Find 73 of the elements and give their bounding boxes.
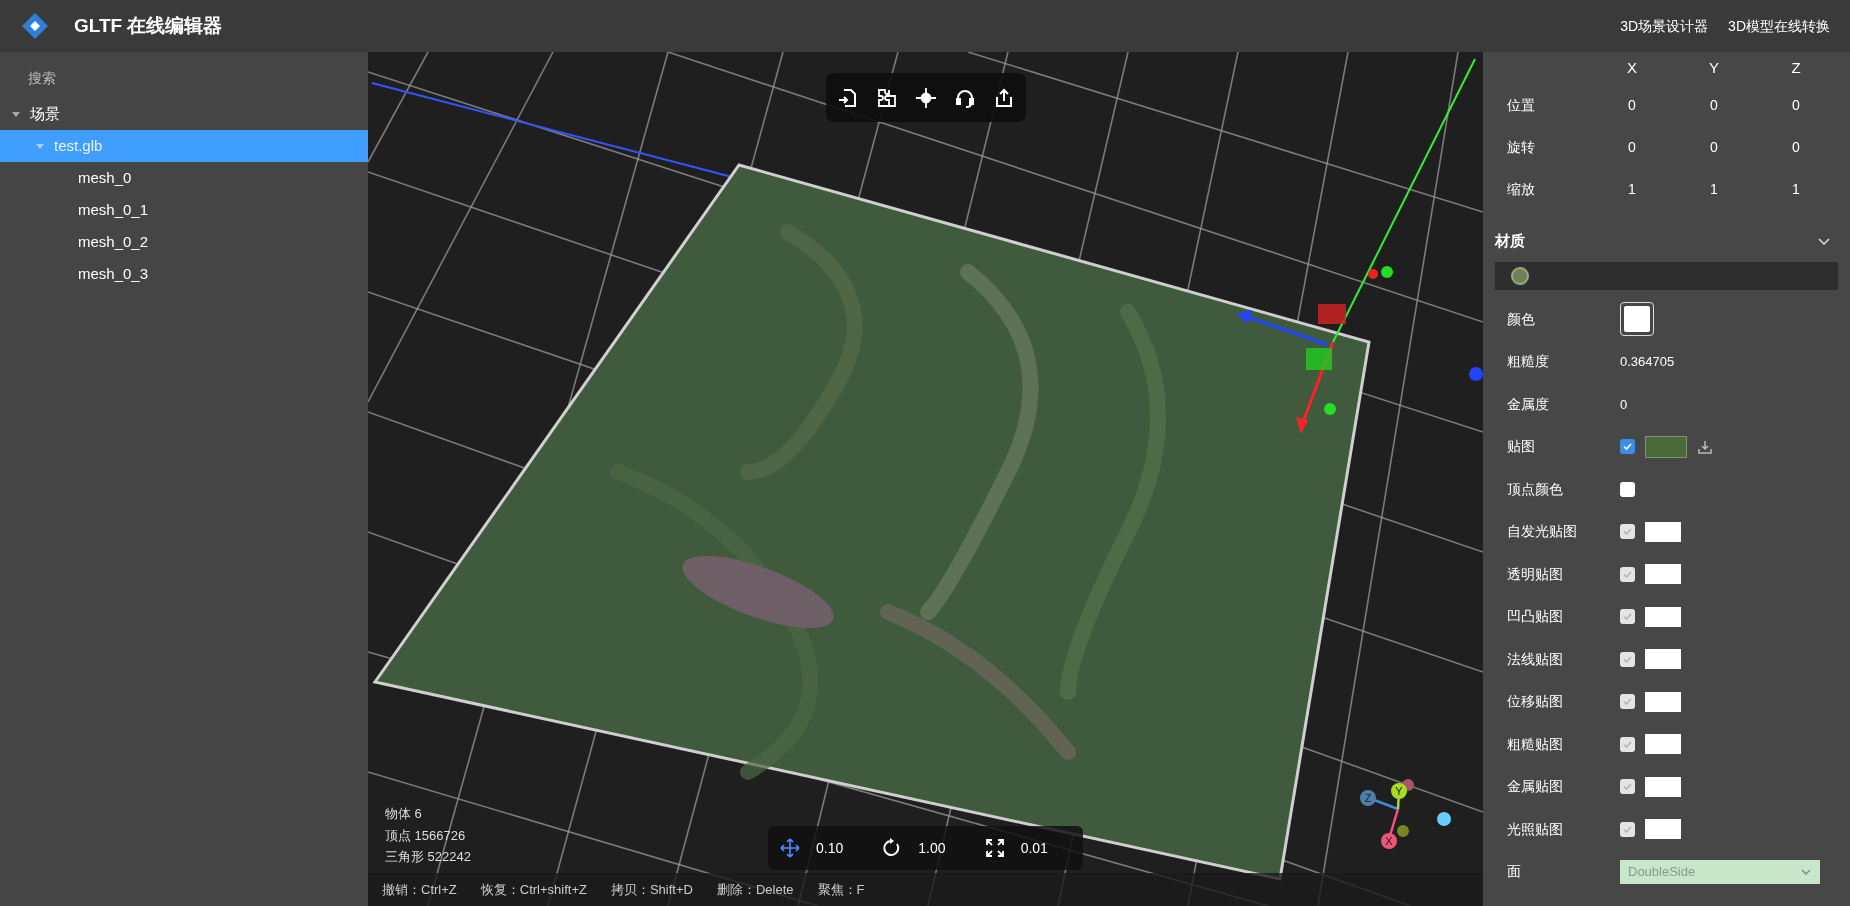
diamond-logo-icon [20, 11, 50, 41]
scene-stat: 物体 6 [385, 805, 423, 823]
row-label: 旋转 [1507, 137, 1536, 157]
material-sphere-thumbnail [1511, 267, 1529, 285]
value-cell[interactable]: 1 [1673, 178, 1755, 200]
column-header: Y [1708, 57, 1720, 78]
shortcut-hint: 删除：Delete [716, 880, 794, 899]
value-cell[interactable]: 0 [1755, 94, 1837, 116]
axis-helper-drawing[interactable] [1360, 779, 1451, 849]
field-label: 光照贴图 [1507, 819, 1564, 839]
row-label: 缩放 [1507, 179, 1536, 199]
value-cell[interactable]: 0 [1591, 94, 1673, 116]
scale-icon[interactable] [984, 838, 1005, 858]
field-label: 透明贴图 [1507, 564, 1564, 584]
column-header: Z [1790, 57, 1802, 78]
shortcut-hint: 恢复：Ctrl+shift+Z [480, 880, 587, 899]
number-value[interactable]: 0.364705 [1620, 352, 1675, 372]
value-cell[interactable]: 0 [1755, 136, 1837, 158]
shortcut-hint: 撤销：Ctrl+Z [382, 880, 457, 899]
material-preview-bar[interactable] [1495, 262, 1838, 290]
check-icon [1622, 441, 1633, 453]
value-cell[interactable]: 1 [1755, 178, 1837, 200]
field-label: 自发光贴图 [1507, 522, 1578, 542]
value-cell[interactable]: 0 [1673, 136, 1755, 158]
step-value[interactable]: 0.10 [816, 837, 844, 859]
shortcut-hint: 聚焦：F [817, 880, 865, 899]
axis-label: Y [1395, 785, 1403, 797]
row-label: 位置 [1507, 95, 1536, 115]
field-label: 顶点颜色 [1507, 479, 1564, 499]
tree-item[interactable]: mesh_0_2 [0, 226, 368, 258]
field-label: 金属度 [1507, 394, 1550, 414]
field-label: 粗糙贴图 [1507, 734, 1564, 754]
checkbox[interactable] [1620, 439, 1635, 455]
export-icon[interactable] [993, 86, 1015, 109]
value-cell[interactable]: 0 [1591, 136, 1673, 158]
field-label: 颜色 [1507, 309, 1536, 329]
file-import-icon[interactable] [837, 86, 859, 109]
crosshair-icon[interactable] [915, 86, 937, 109]
value-cell[interactable]: 1 [1591, 178, 1673, 200]
field-label: 粗糙度 [1507, 352, 1550, 372]
3d-viewport[interactable]: 物体 6 顶点 1566726 三角形 522242 0.10 1.00 0.01 Z Y X 撤销：Ctrl+Z 恢复：Ctrl+shift+Z 拷贝：Shift+D 删除：Delete 聚焦：F [368, 52, 1483, 906]
field-label: 面 [1507, 862, 1522, 882]
transform-gizmo-drawing[interactable] [1236, 58, 1483, 434]
puzzle-icon[interactable] [876, 86, 898, 109]
field-label: 金属贴图 [1507, 777, 1564, 797]
download-icon[interactable] [1697, 438, 1713, 455]
nav-link[interactable]: 3D场景设计器 [1620, 15, 1709, 37]
move-arrows-icon[interactable] [780, 838, 800, 858]
search-field[interactable]: 搜索 [28, 67, 328, 89]
field-label: 法线贴图 [1507, 649, 1564, 669]
axis-label: X [1385, 835, 1393, 847]
tree-item[interactable]: mesh_0_1 [0, 194, 368, 226]
number-value[interactable]: 0 [1620, 394, 1628, 414]
field-label: 凹凸贴图 [1507, 607, 1564, 627]
axis-label: Z [1364, 792, 1372, 804]
color-swatch[interactable] [1620, 302, 1654, 337]
scene-stat: 顶点 1566726 [385, 826, 467, 845]
tree-item[interactable]: 场景 [0, 98, 368, 130]
column-header: X [1626, 57, 1638, 78]
scene-stat: 三角形 522242 [385, 848, 471, 866]
app-title: GLTF 在线编辑器 [74, 13, 223, 38]
section-title: 材质 [1495, 230, 1525, 251]
value-cell[interactable]: 0 [1673, 94, 1755, 116]
step-value[interactable]: 0.01 [1020, 837, 1048, 859]
nav-link[interactable]: 3D模型在线转换 [1728, 15, 1830, 37]
tree-item[interactable]: mesh_0_3 [0, 258, 368, 290]
shortcut-hint: 拷贝：Shift+D [610, 880, 693, 899]
checkbox[interactable] [1620, 481, 1635, 497]
step-value[interactable]: 1.00 [918, 837, 946, 859]
field-label: 贴图 [1507, 437, 1536, 457]
texture-thumbnail[interactable] [1645, 435, 1687, 458]
tree-item[interactable]: mesh_0 [0, 162, 368, 194]
field-label: 位移贴图 [1507, 692, 1564, 712]
